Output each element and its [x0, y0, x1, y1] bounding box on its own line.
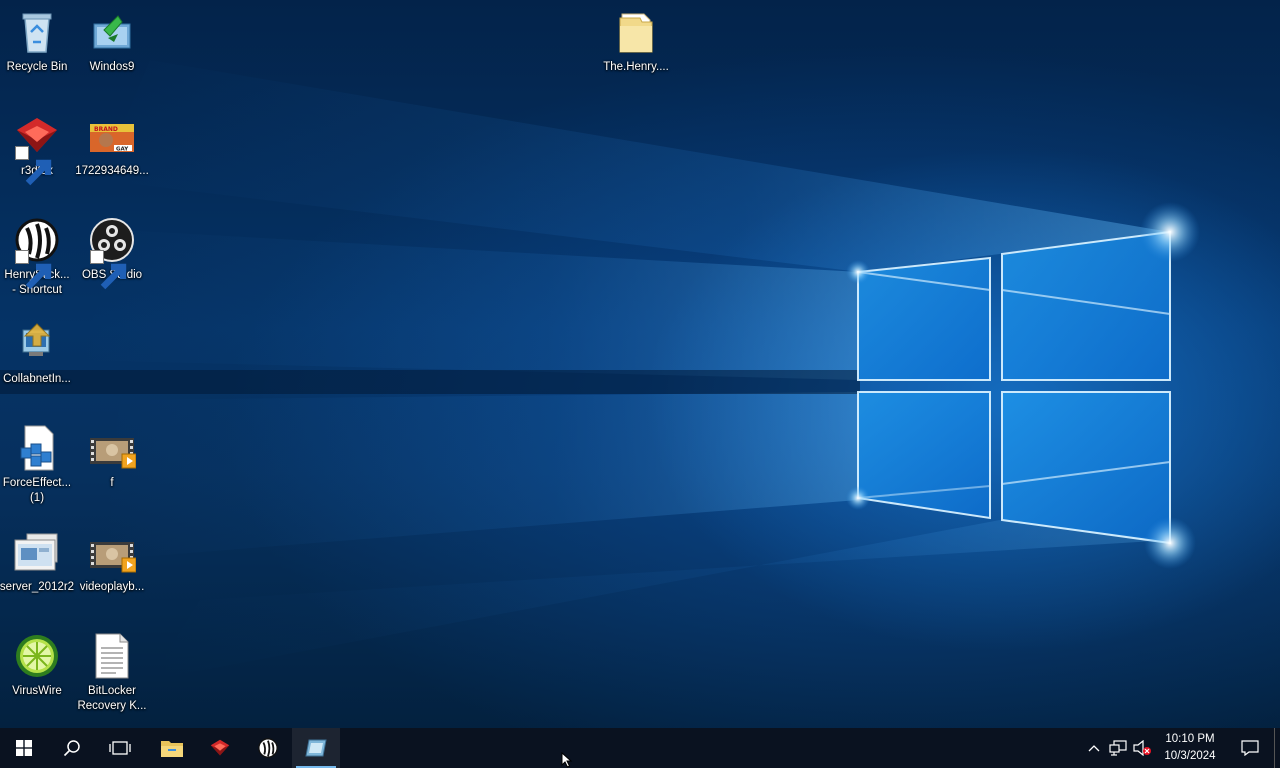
the-henry-folder-desktop-icon[interactable]: The.Henry....	[598, 8, 674, 75]
taskbar-r3dfox[interactable]	[196, 728, 244, 768]
show-desktop-button[interactable]	[1274, 728, 1280, 768]
icon-label: VirusWire	[12, 685, 62, 697]
windos9-desktop-icon[interactable]: Windos9	[74, 8, 150, 75]
icon-label: ForceEffect... (1)	[2, 477, 72, 504]
henrystick-shortcut-desktop-icon[interactable]: HenryStick... - Shortcut	[0, 216, 75, 298]
chevron-up-icon	[1088, 745, 1100, 752]
search-button[interactable]	[48, 728, 96, 768]
action-center-button[interactable]	[1226, 728, 1274, 768]
volume-button[interactable]	[1130, 728, 1154, 768]
icon-label: CollabnetIn...	[3, 373, 71, 385]
clock-date: 10/3/2024	[1164, 750, 1216, 762]
obs-icon	[88, 216, 136, 290]
system-tray: 10:10 PM 10/3/2024	[1082, 728, 1280, 768]
setup-icon	[13, 320, 61, 368]
thumbnail-text-top: BRAND	[94, 126, 118, 133]
app-window-icon	[305, 739, 327, 757]
icon-label: f	[110, 477, 114, 489]
collabnet-desktop-icon[interactable]: CollabnetIn...	[0, 320, 75, 387]
installer-icon	[88, 8, 136, 56]
network-icon	[1109, 740, 1127, 756]
notification-icon	[1241, 740, 1259, 756]
task-view-button[interactable]	[96, 728, 144, 768]
limewire-icon	[13, 632, 61, 680]
start-button[interactable]	[0, 728, 48, 768]
task-view-icon	[109, 741, 131, 755]
video-file-icon	[88, 424, 136, 472]
taskbar-active-app[interactable]	[292, 728, 340, 768]
image-1722934649-desktop-icon[interactable]: BRAND GAY 1722934649...	[74, 112, 150, 179]
icon-label: server_2012r2	[0, 581, 75, 593]
registry-icon	[13, 424, 61, 472]
network-button[interactable]	[1106, 728, 1130, 768]
forceeffect-desktop-icon[interactable]: ForceEffect... (1)	[0, 424, 75, 506]
folder-icon	[612, 8, 660, 56]
windows-logo-wallpaper	[0, 60, 1200, 680]
f-video-desktop-icon[interactable]: f	[74, 424, 150, 491]
videoplayback-desktop-icon[interactable]: videoplayb...	[74, 528, 150, 595]
recycle-bin-icon	[13, 8, 61, 56]
folder-icon	[161, 741, 183, 757]
mouse-cursor-icon	[561, 752, 573, 768]
r3dfox-desktop-icon[interactable]: r3dfox	[0, 112, 75, 186]
volume-muted-icon	[1133, 740, 1151, 756]
shortcut-arrow-icon	[15, 250, 52, 290]
bitlocker-recovery-desktop-icon[interactable]: BitLocker Recovery K...	[74, 632, 150, 714]
search-icon	[63, 740, 80, 757]
r3dfox-icon	[210, 739, 230, 756]
shortcut-arrow-icon	[90, 250, 127, 290]
video-file-icon	[88, 528, 136, 576]
icon-label: 1722934649...	[75, 165, 149, 177]
viruswire-desktop-icon[interactable]: VirusWire	[0, 632, 75, 699]
shortcut-arrow-icon	[15, 146, 52, 186]
henrystick-icon	[258, 738, 278, 758]
icon-label: videoplayb...	[79, 581, 145, 593]
text-document-icon	[88, 632, 136, 680]
screenshot-icon	[13, 528, 61, 576]
icon-label: The.Henry....	[603, 61, 669, 73]
obs-studio-desktop-icon[interactable]: OBS Studio	[74, 216, 150, 290]
start-icon	[16, 740, 32, 756]
clock-button[interactable]: 10:10 PM 10/3/2024	[1154, 731, 1226, 765]
recycle-bin-desktop-icon[interactable]: Recycle Bin	[0, 8, 75, 75]
clock-time: 10:10 PM	[1165, 733, 1215, 745]
icon-label: BitLocker Recovery K...	[77, 685, 147, 712]
icon-label: Recycle Bin	[6, 61, 68, 73]
thumbnail-text-bottom: GAY	[116, 147, 129, 153]
taskbar: 10:10 PM 10/3/2024	[0, 728, 1280, 768]
show-hidden-icons-button[interactable]	[1082, 728, 1106, 768]
henrystick-icon	[13, 216, 61, 290]
taskbar-file-explorer[interactable]	[148, 728, 196, 768]
desktop[interactable]: Recycle Bin Windos9 The.Henry.... r3dfox…	[0, 0, 1280, 728]
r3dfox-icon	[13, 112, 61, 186]
server-2012r2-desktop-icon[interactable]: server_2012r2	[0, 528, 75, 595]
icon-label: Windos9	[89, 61, 135, 73]
taskbar-henrystick[interactable]	[244, 728, 292, 768]
image-thumbnail-icon: BRAND GAY	[88, 112, 136, 160]
